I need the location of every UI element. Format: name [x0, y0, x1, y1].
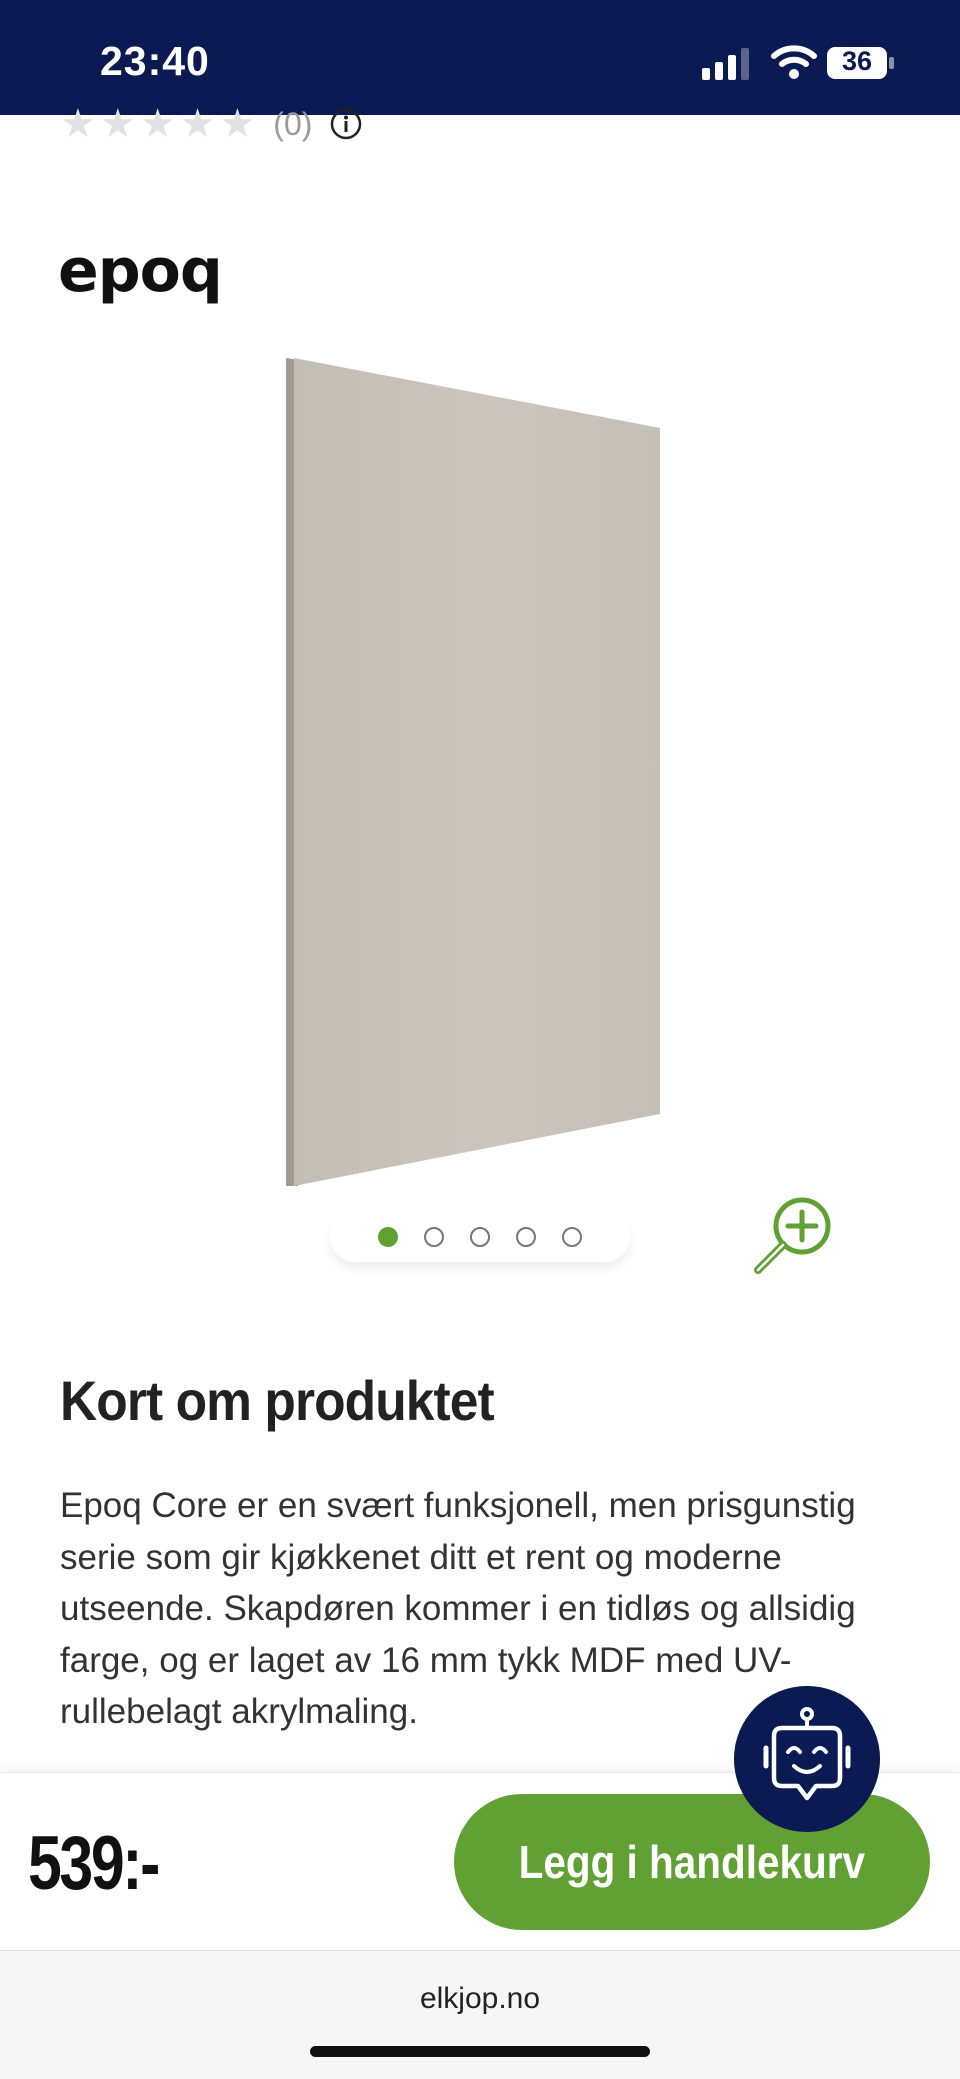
star-icon: ★ — [139, 102, 176, 146]
zoom-in-icon[interactable] — [748, 1190, 838, 1280]
carousel-dot-5[interactable] — [562, 1227, 582, 1247]
section-title: Kort om produktet — [60, 1369, 495, 1432]
status-time: 23:40 — [100, 38, 210, 84]
battery-level: 36 — [841, 46, 873, 76]
door-front — [294, 358, 660, 1186]
rating-count: (0) — [273, 105, 313, 142]
add-to-cart-button[interactable]: Legg i handlekurv — [454, 1794, 930, 1930]
star-icon: ★ — [219, 102, 256, 146]
price: 539:- — [28, 1821, 160, 1906]
product-image[interactable] — [280, 352, 670, 1192]
chatbot-icon[interactable] — [734, 1686, 880, 1832]
cellular-signal-icon — [702, 48, 749, 80]
home-indicator[interactable] — [310, 2046, 650, 2057]
carousel-dot-2[interactable] — [424, 1227, 444, 1247]
star-icon: ★ — [99, 102, 136, 146]
url-field[interactable]: elkjop.no — [0, 1982, 960, 2016]
star-icon: ★ — [60, 102, 96, 146]
carousel-dot-1[interactable] — [378, 1227, 398, 1247]
brand-logo[interactable]: epoq — [58, 236, 223, 306]
carousel-dot-3[interactable] — [470, 1227, 490, 1247]
carousel-dot-4[interactable] — [516, 1227, 536, 1247]
carousel-pagination — [330, 1212, 630, 1262]
star-icon: ★ — [179, 102, 216, 146]
wifi-icon — [771, 45, 817, 79]
info-icon[interactable] — [330, 108, 362, 140]
add-to-cart-label: Legg i handlekurv — [518, 1836, 866, 1888]
rating-row[interactable]: ★ ★ ★ ★ ★ (0) — [60, 104, 362, 144]
